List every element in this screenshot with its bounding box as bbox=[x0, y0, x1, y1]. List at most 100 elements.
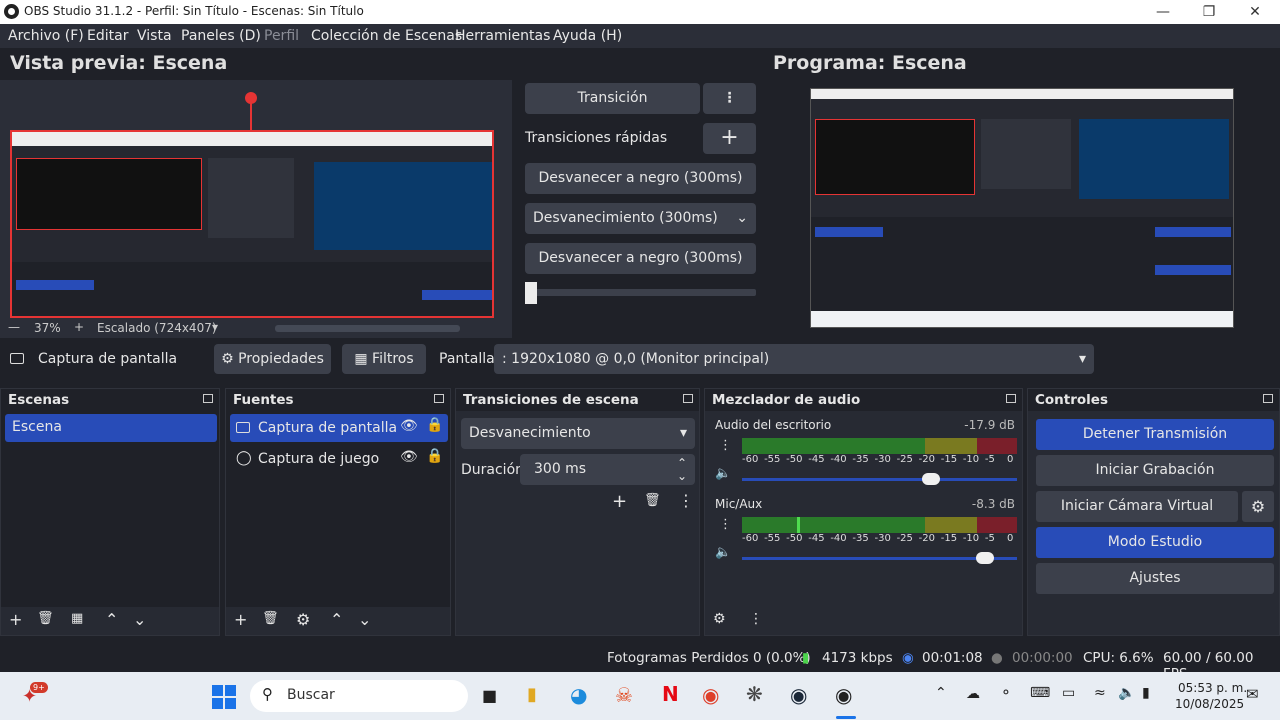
start-virtual-camera-button[interactable]: Iniciar Cámara Virtual bbox=[1036, 491, 1238, 522]
netflix-icon[interactable]: N bbox=[662, 682, 679, 706]
menu-editar[interactable]: Editar bbox=[87, 28, 128, 44]
clock-time[interactable]: 05:53 p. m. bbox=[1178, 681, 1247, 695]
menu-perfil[interactable]: Perfil bbox=[264, 28, 299, 44]
undock-icon[interactable] bbox=[434, 394, 444, 403]
tbar-handle[interactable] bbox=[525, 282, 537, 304]
gear-icon[interactable]: ⚙ bbox=[713, 611, 726, 627]
transition-select[interactable]: Desvanecimiento ▾ bbox=[461, 418, 695, 449]
windows-start-icon[interactable] bbox=[212, 685, 236, 709]
gear-icon[interactable]: ⚙ bbox=[1242, 491, 1274, 522]
zoom-out-button[interactable]: — bbox=[8, 320, 20, 334]
transition-button[interactable]: Transición bbox=[525, 83, 700, 114]
add-quick-transition-button[interactable]: + bbox=[703, 123, 756, 154]
settings-button[interactable]: Ajustes bbox=[1036, 563, 1274, 594]
onedrive-icon[interactable]: ☁ bbox=[966, 686, 980, 702]
notifications-icon[interactable]: ✉ bbox=[1246, 685, 1259, 703]
display-select[interactable]: : 1920x1080 @ 0,0 (Monitor principal) ▾ bbox=[494, 344, 1094, 374]
eye-icon[interactable]: 👁 bbox=[400, 418, 418, 434]
volume-handle[interactable] bbox=[975, 552, 994, 564]
menu-ayuda[interactable]: Ayuda (H) bbox=[553, 28, 622, 44]
keyboard-icon[interactable]: ⌨ bbox=[1030, 685, 1050, 701]
down-arrow-icon[interactable]: ⌄ bbox=[133, 610, 146, 629]
brave-icon[interactable]: ☠ bbox=[615, 683, 633, 707]
source-toolbar: Captura de pantalla ⚙ Propiedades ▦ Filt… bbox=[0, 338, 1280, 382]
rotate-handle[interactable] bbox=[245, 92, 257, 104]
studio-mode-button[interactable]: Modo Estudio bbox=[1036, 527, 1274, 558]
obs-logo-icon bbox=[4, 4, 19, 19]
add-icon[interactable]: + bbox=[234, 610, 247, 629]
undock-icon[interactable] bbox=[1263, 394, 1273, 403]
scene-item[interactable]: Escena bbox=[5, 414, 217, 442]
more-icon[interactable]: ⋮ bbox=[678, 491, 694, 510]
chrome-icon[interactable]: ◉ bbox=[702, 683, 719, 707]
stop-streaming-button[interactable]: Detener Transmisión bbox=[1036, 419, 1274, 450]
volume-handle[interactable] bbox=[921, 473, 940, 485]
gear-icon[interactable]: ⚙ bbox=[296, 610, 310, 629]
track-db: -8.3 dB bbox=[971, 497, 1015, 511]
volume-icon[interactable]: 🔈 bbox=[1118, 685, 1135, 701]
lock-icon[interactable]: 🔒 bbox=[426, 417, 443, 433]
menu-herramientas[interactable]: Herramientas bbox=[455, 28, 550, 44]
preview-panel[interactable]: — 37% + Escalado (724x407) ▾ bbox=[0, 80, 512, 338]
menu-paneles[interactable]: Paneles (D) bbox=[181, 28, 261, 44]
tbar-slider[interactable] bbox=[525, 289, 756, 296]
meter-tick-label: -15 bbox=[940, 533, 958, 544]
quick-transition-3[interactable]: Desvanecer a negro (300ms) ⌄ bbox=[525, 243, 756, 297]
folder-icon[interactable]: ▮ bbox=[527, 684, 537, 705]
clock-date[interactable]: 10/08/2025 bbox=[1175, 697, 1244, 711]
source-item-screen[interactable]: Captura de pantalla 👁 🔒 bbox=[230, 414, 448, 442]
scale-dropdown-icon[interactable]: ▾ bbox=[212, 320, 218, 334]
scenes-dock: Escenas Escena + 🗑 ▦ ⌃ ⌄ bbox=[0, 388, 220, 636]
mic-icon[interactable]: ⚬ bbox=[1000, 685, 1012, 701]
duration-input[interactable]: 300 ms ⌃ ⌄ bbox=[520, 454, 695, 485]
chevron-up-icon[interactable]: ⌃ bbox=[935, 685, 947, 701]
undock-icon[interactable] bbox=[1006, 394, 1016, 403]
steam-icon[interactable]: ◉ bbox=[790, 683, 807, 707]
menu-archivo[interactable]: Archivo (F) bbox=[8, 28, 84, 44]
track-menu-icon[interactable]: ⋮ bbox=[719, 517, 732, 532]
add-icon[interactable]: + bbox=[612, 491, 627, 512]
stepper-down-icon[interactable]: ⌄ bbox=[677, 461, 687, 492]
speaker-icon[interactable]: 🔈 bbox=[715, 466, 731, 481]
properties-button[interactable]: ⚙ Propiedades bbox=[214, 344, 331, 374]
track-menu-icon[interactable]: ⋮ bbox=[719, 438, 732, 453]
close-button[interactable]: ✕ bbox=[1232, 0, 1278, 24]
quick-transition-2[interactable]: Desvanecimiento (300ms) ⌄ bbox=[525, 203, 756, 234]
task-view-icon[interactable]: ■ bbox=[482, 686, 497, 705]
display-icon[interactable]: ▭ bbox=[1062, 685, 1075, 701]
transition-menu-icon[interactable]: ⋮ bbox=[703, 83, 756, 114]
preview-canvas[interactable] bbox=[10, 130, 494, 318]
chatgpt-icon[interactable]: ❋ bbox=[746, 682, 763, 706]
source-item-game[interactable]: ◯ Captura de juego 👁 🔒 bbox=[230, 445, 448, 473]
add-icon[interactable]: + bbox=[9, 610, 22, 629]
undock-icon[interactable] bbox=[683, 394, 693, 403]
obs-taskbar-icon[interactable]: ◉ bbox=[835, 683, 852, 707]
up-arrow-icon[interactable]: ⌃ bbox=[330, 610, 343, 629]
dropdown-arrow-icon: ▾ bbox=[1078, 351, 1086, 367]
menu-coleccion[interactable]: Colección de Escenas bbox=[311, 28, 462, 44]
edge-icon[interactable]: ◕ bbox=[570, 683, 587, 707]
volume-slider[interactable] bbox=[742, 478, 1017, 481]
battery-icon[interactable]: ▮ bbox=[1142, 685, 1150, 701]
filters-button[interactable]: ▦ Filtros bbox=[342, 344, 426, 374]
preview-scrollbar[interactable] bbox=[275, 325, 460, 332]
trash-icon[interactable]: 🗑 bbox=[644, 493, 661, 508]
minimize-button[interactable]: — bbox=[1140, 0, 1186, 24]
filter-icon[interactable]: ▦ bbox=[71, 611, 83, 626]
search-box[interactable]: ⚲ Buscar bbox=[250, 680, 468, 712]
more-icon[interactable]: ⋮ bbox=[749, 611, 763, 627]
undock-icon[interactable] bbox=[203, 394, 213, 403]
lock-icon[interactable]: 🔒 bbox=[426, 448, 443, 464]
menu-vista[interactable]: Vista bbox=[137, 28, 172, 44]
down-arrow-icon[interactable]: ⌄ bbox=[358, 610, 371, 629]
trash-icon[interactable]: 🗑 bbox=[37, 611, 54, 626]
speaker-icon[interactable]: 🔈 bbox=[715, 545, 731, 560]
maximize-button[interactable]: ❐ bbox=[1186, 0, 1232, 24]
up-arrow-icon[interactable]: ⌃ bbox=[105, 610, 118, 629]
quick-transition-1[interactable]: Desvanecer a negro (300ms) ⌄ bbox=[525, 163, 756, 217]
trash-icon[interactable]: 🗑 bbox=[262, 611, 279, 626]
eye-icon[interactable]: 👁 bbox=[400, 449, 418, 465]
start-recording-button[interactable]: Iniciar Grabación bbox=[1036, 455, 1274, 486]
zoom-in-button[interactable]: + bbox=[74, 320, 84, 334]
wifi-icon[interactable]: ≈ bbox=[1094, 685, 1106, 701]
